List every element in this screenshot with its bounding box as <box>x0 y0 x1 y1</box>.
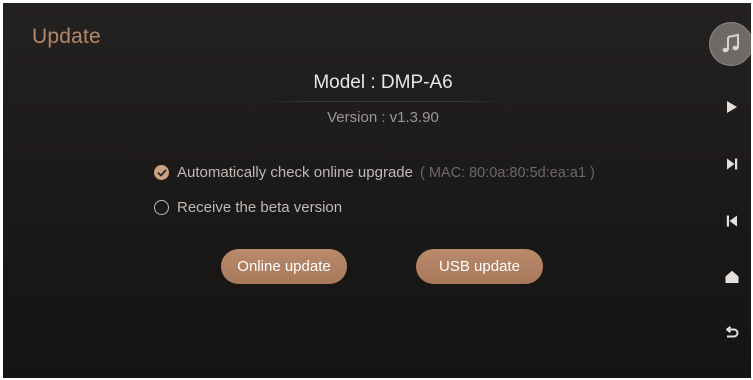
divider <box>263 101 507 102</box>
next-track-icon[interactable] <box>724 156 740 172</box>
usb-update-button[interactable]: USB update <box>416 249 543 284</box>
beta-version-label: Receive the beta version <box>177 199 343 216</box>
beta-version-option[interactable]: Receive the beta version <box>154 199 342 216</box>
checkmark-icon[interactable] <box>154 165 169 180</box>
radio-icon[interactable] <box>154 200 169 215</box>
mac-address: ( MAC: 80:0a:80:5d:ea:a1 ) <box>419 164 595 181</box>
auto-check-label: Automatically check online upgrade <box>177 164 413 181</box>
page-title: Update <box>32 25 101 48</box>
home-icon[interactable] <box>724 269 740 285</box>
previous-track-icon[interactable] <box>724 213 740 229</box>
version-label: Version : v1.3.90 <box>327 109 439 126</box>
model-label: Model : DMP-A6 <box>313 72 453 93</box>
back-icon[interactable] <box>724 325 740 341</box>
online-update-button[interactable]: Online update <box>221 249 347 284</box>
play-icon[interactable] <box>724 99 740 115</box>
auto-check-option[interactable]: Automatically check online upgrade ( MAC… <box>154 164 595 181</box>
update-screen: Update Model : DMP-A6 Version : v1.3.90 … <box>3 3 751 378</box>
music-note-icon[interactable] <box>709 22 751 66</box>
